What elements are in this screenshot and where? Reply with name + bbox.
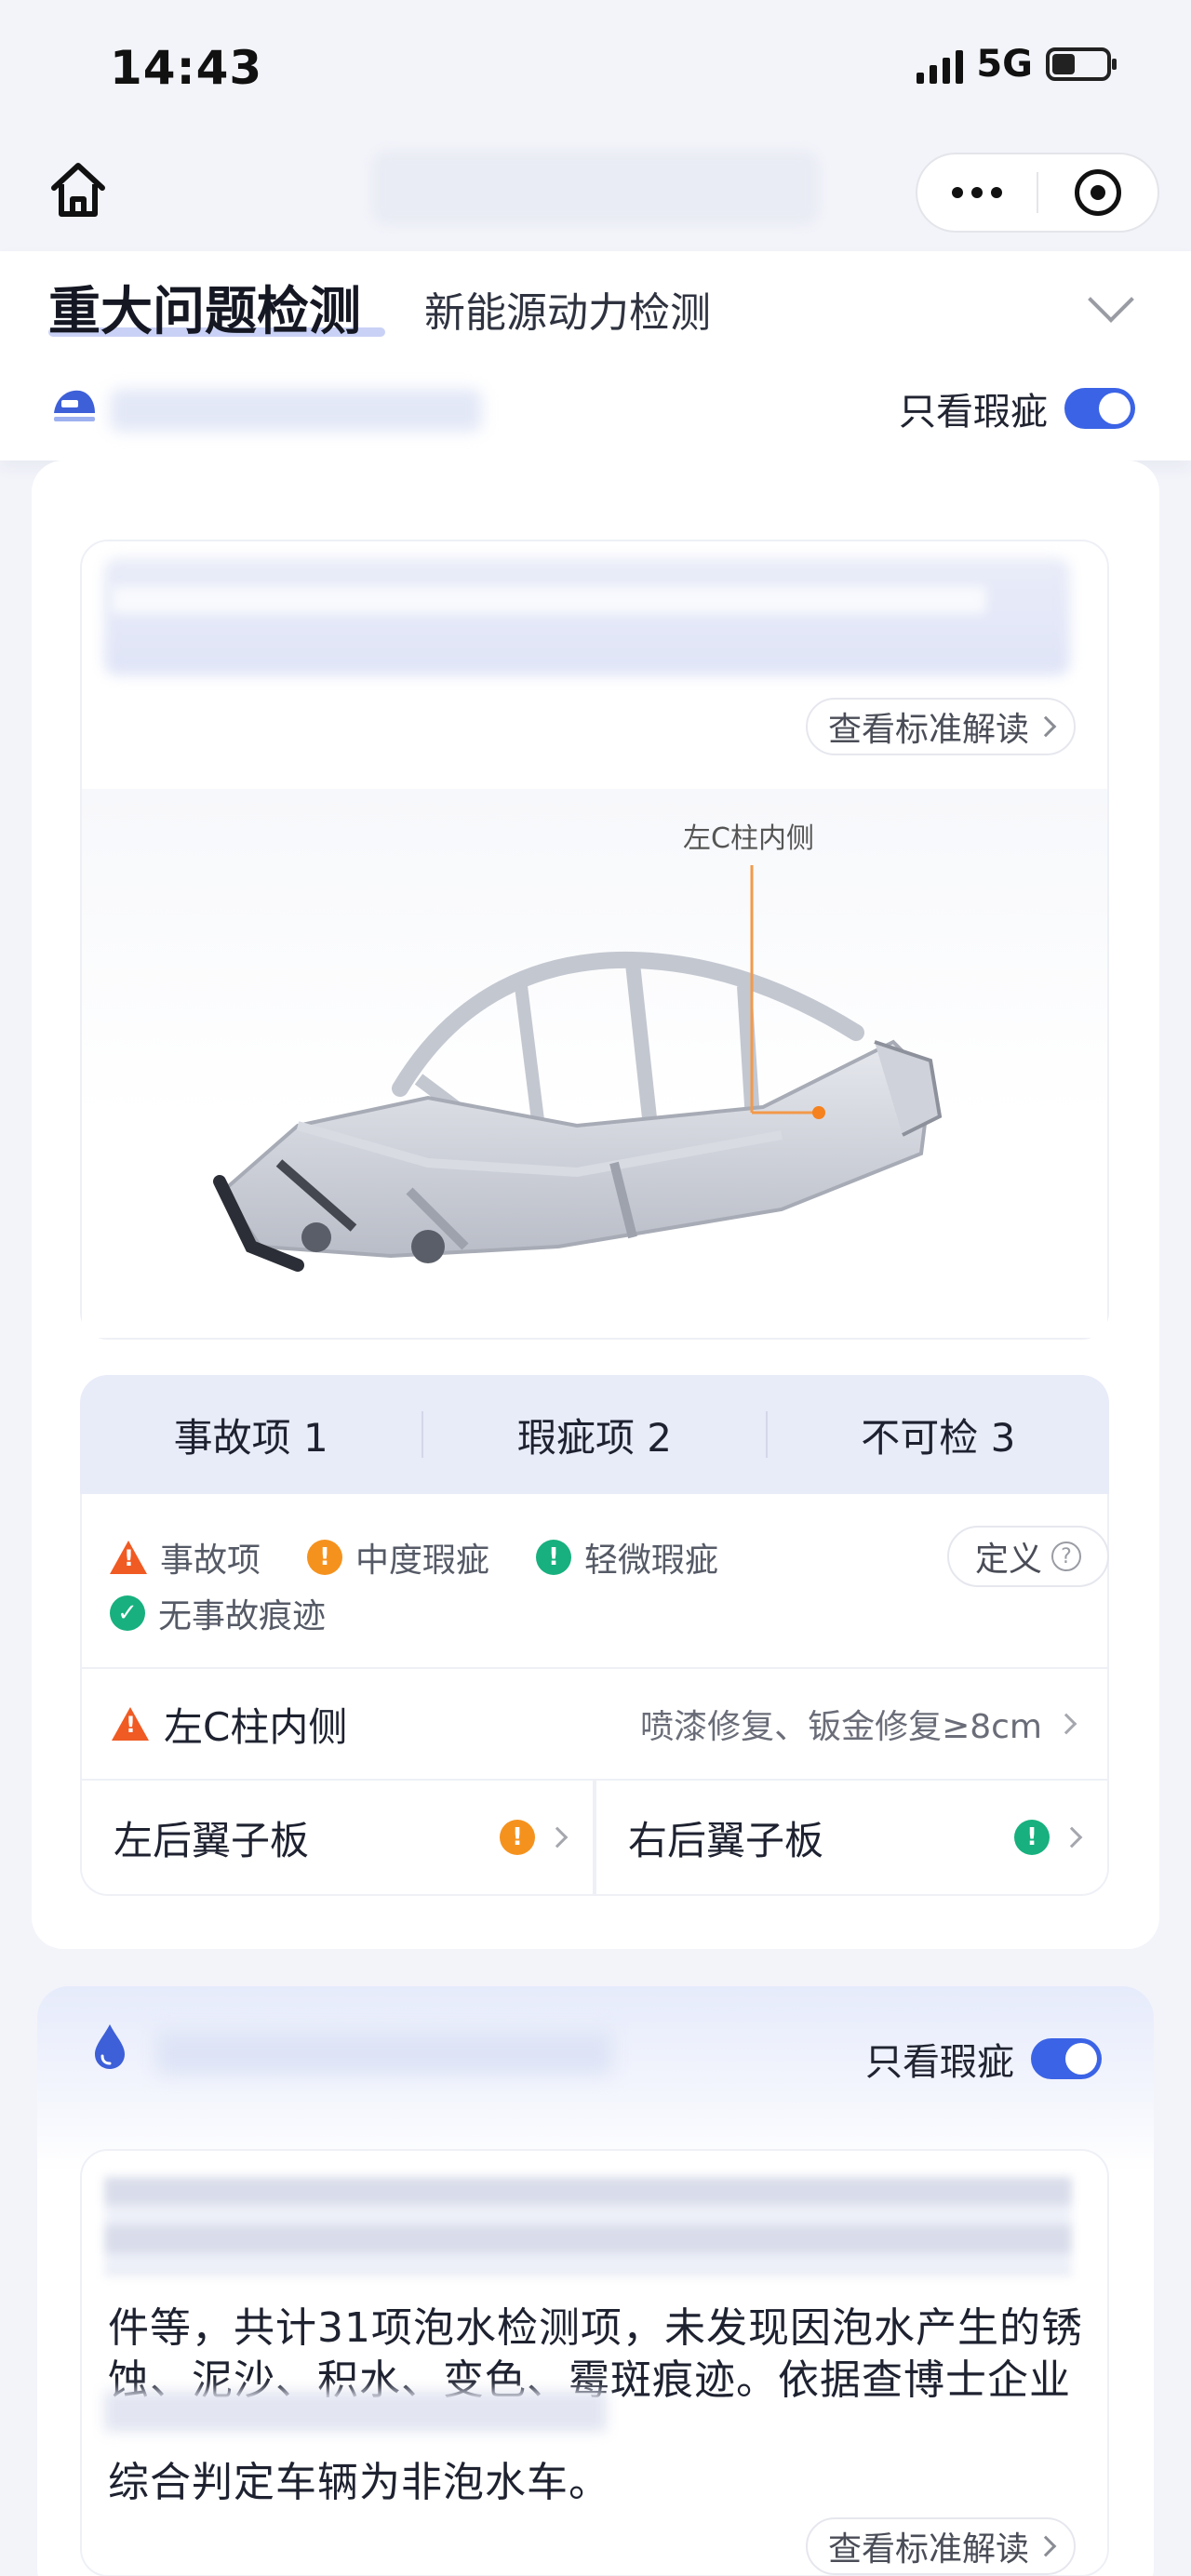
left-rear-fender-title: 左后翼子板	[114, 1817, 310, 1863]
legend-moderate: 中度瑕疵	[355, 1542, 490, 1580]
accident-triangle-icon	[110, 1541, 147, 1574]
tab-major-issues[interactable]: 重大问题检测	[48, 270, 361, 345]
flood-only-flaws-filter: 只看瑕疵	[865, 2032, 1102, 2086]
accident-item-row[interactable]: 左C柱内侧 喷漆修复、钣金修复≥8cm	[80, 1667, 1109, 1781]
more-icon[interactable]	[917, 187, 1037, 198]
chevron-right-icon	[1061, 1826, 1083, 1849]
issue-stats-tabs: 事故项 1 瑕疵项 2 不可检 3	[80, 1375, 1109, 1494]
car-frame-icon	[54, 390, 95, 421]
signal-icon	[917, 45, 964, 84]
home-icon[interactable]	[45, 156, 112, 223]
definition-button[interactable]: 定义 ?	[946, 1526, 1109, 1587]
close-target-icon[interactable]	[1038, 169, 1158, 216]
moderate-flaw-icon: !	[500, 1820, 535, 1855]
category-title-redacted	[110, 389, 482, 432]
page-title-redacted	[372, 151, 819, 225]
moderate-flaw-icon: !	[307, 1540, 343, 1575]
chevron-right-icon	[1035, 715, 1057, 738]
flood-view-standard-button[interactable]: 查看标准解读	[805, 2517, 1076, 2575]
car-point-label: 左C柱内侧	[683, 822, 814, 855]
water-drop-icon	[95, 2024, 125, 2069]
definition-label: 定义	[974, 1541, 1042, 1579]
battery-icon	[1046, 47, 1117, 81]
flood-summary-redacted-2	[104, 2391, 607, 2432]
stat-accident[interactable]: 事故项 1	[80, 1407, 422, 1463]
network-type: 5G	[976, 43, 1033, 86]
view-standard-button[interactable]: 查看标准解读	[805, 698, 1076, 755]
flood-only-flaws-toggle[interactable]	[1031, 2038, 1102, 2079]
left-rear-fender-row[interactable]: 左后翼子板 !	[80, 1779, 595, 1896]
flood-view-standard-label: 查看标准解读	[827, 2530, 1029, 2569]
only-flaws-filter: 只看瑕疵	[899, 381, 1135, 435]
chevron-right-icon	[546, 1826, 569, 1849]
description-redacted-line	[112, 586, 986, 614]
no-accident-check-icon: ✓	[110, 1595, 145, 1631]
status-time: 14:43	[110, 41, 263, 95]
legend-row-2: ✓ 无事故痕迹	[110, 1589, 326, 1637]
legend-row-1: 事故项 ! 中度瑕疵 ! 轻微瑕疵	[110, 1533, 718, 1582]
right-rear-fender-row[interactable]: 右后翼子板 !	[595, 1779, 1109, 1896]
flood-summary-redacted	[104, 2177, 1072, 2276]
stat-uncheckable[interactable]: 不可检 3	[768, 1407, 1109, 1463]
chevron-right-icon	[1055, 1713, 1077, 1735]
status-indicators: 5G	[917, 43, 1117, 86]
accident-triangle-icon	[112, 1707, 149, 1741]
chevron-right-icon	[1035, 2535, 1057, 2557]
car-body-frame-image	[213, 865, 943, 1272]
right-rear-fender-title: 右后翼子板	[628, 1817, 824, 1863]
legend-minor: 轻微瑕疵	[584, 1542, 719, 1580]
mini-program-capsule	[916, 153, 1159, 233]
stat-flaw[interactable]: 瑕疵项 2	[423, 1407, 765, 1463]
flood-summary-line-1: 件等，共计31项泡水检测项，未发现因泡水产生的锈	[108, 2304, 1083, 2352]
legend-accident: 事故项	[160, 1542, 261, 1580]
legend-no-accident: 无事故痕迹	[158, 1597, 327, 1635]
accident-item-detail: 喷漆修复、钣金修复≥8cm	[640, 1708, 1042, 1746]
tab-new-energy[interactable]: 新能源动力检测	[424, 279, 711, 339]
flood-title-redacted	[156, 2032, 612, 2075]
flood-summary-line-3: 综合判定车辆为非泡水车。	[108, 2459, 610, 2506]
accident-item-title: 左C柱内侧	[164, 1703, 348, 1750]
question-icon: ?	[1051, 1542, 1081, 1571]
only-flaws-toggle[interactable]	[1064, 388, 1135, 429]
description-redacted	[104, 558, 1070, 675]
view-standard-label: 查看标准解读	[827, 711, 1029, 749]
minor-flaw-icon: !	[536, 1540, 572, 1575]
only-flaws-label: 只看瑕疵	[899, 391, 1048, 434]
minor-flaw-icon: !	[1014, 1820, 1050, 1855]
flood-only-flaws-label: 只看瑕疵	[865, 2041, 1014, 2084]
